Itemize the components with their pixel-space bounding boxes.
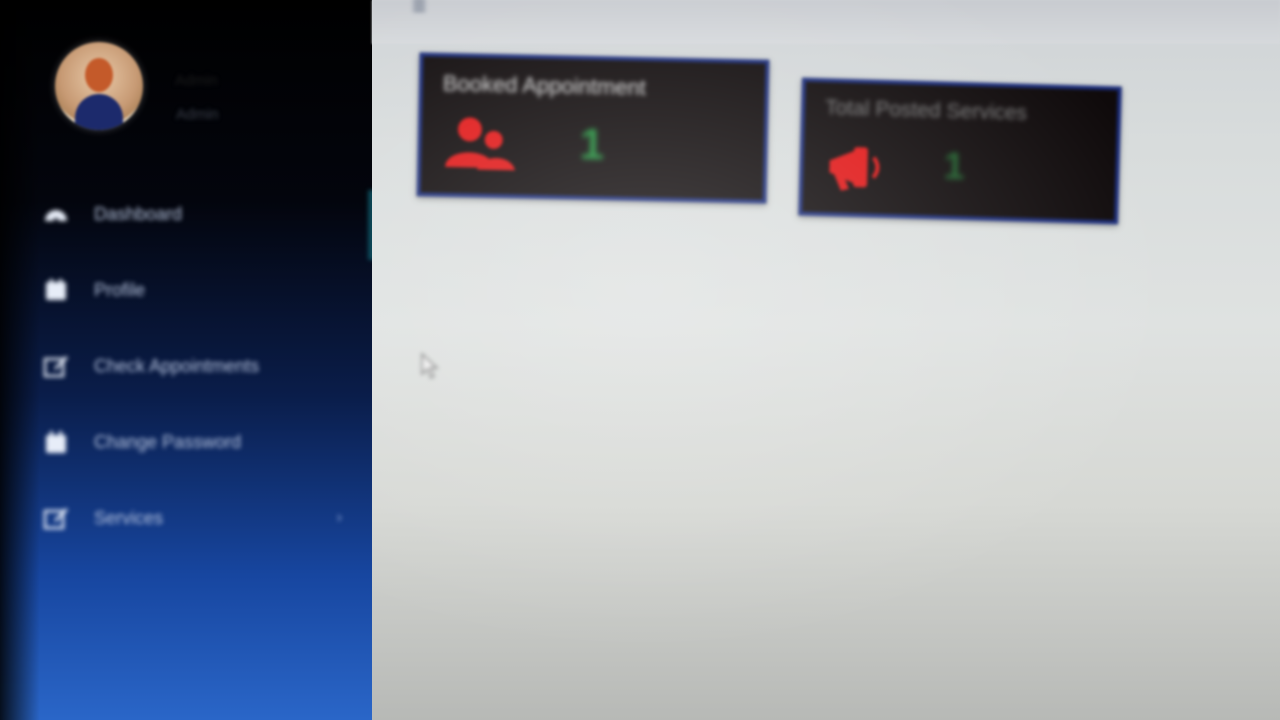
stat-card-booked-appointment[interactable]: Booked Appointment 1 bbox=[416, 52, 770, 204]
card-title: Booked Appointment bbox=[442, 70, 647, 101]
card-title: Total Posted Services bbox=[824, 96, 1028, 125]
sidebar-item-profile[interactable]: Profile bbox=[40, 270, 360, 310]
stat-card-total-posted-services[interactable]: Total Posted Services 1 bbox=[798, 77, 1122, 225]
screen: Admin Admin Dashboard Profile Check Appo… bbox=[0, 0, 1280, 720]
profile-icon bbox=[40, 277, 72, 303]
sidebar: Admin Admin Dashboard Profile Check Appo… bbox=[0, 0, 372, 720]
sidebar-item-dashboard[interactable]: Dashboard bbox=[40, 194, 360, 234]
user-role: Admin bbox=[176, 106, 219, 123]
mouse-cursor-icon bbox=[420, 352, 440, 380]
sidebar-item-label: Services bbox=[94, 507, 164, 528]
sidebar-item-label: Check Appointments bbox=[94, 355, 260, 376]
chevron-right-icon: › bbox=[336, 509, 342, 526]
avatar[interactable] bbox=[55, 42, 143, 130]
avatar-body bbox=[75, 94, 123, 130]
sidebar-item-check-appointments[interactable]: Check Appointments bbox=[40, 346, 360, 386]
sidebar-item-label: Dashboard bbox=[94, 203, 183, 224]
sidebar-item-change-password[interactable]: Change Password bbox=[40, 422, 360, 462]
card-value: 1 bbox=[942, 145, 966, 189]
card-value: 1 bbox=[579, 119, 605, 170]
user-name: Admin bbox=[175, 72, 218, 89]
sidebar-item-label: Profile bbox=[94, 279, 146, 300]
main-content: ☰ Booked Appointment 1 Total Posted Serv… bbox=[372, 0, 1280, 720]
avatar-head bbox=[85, 58, 113, 92]
edit-icon bbox=[40, 353, 72, 379]
edit-icon bbox=[40, 505, 72, 531]
dashboard-icon bbox=[40, 201, 72, 227]
megaphone-icon bbox=[823, 138, 895, 196]
lock-icon bbox=[40, 429, 72, 455]
sidebar-item-label: Change Password bbox=[94, 431, 242, 452]
menu-icon[interactable]: ☰ bbox=[412, 0, 446, 15]
top-bar: ☰ bbox=[372, 0, 1280, 44]
sidebar-item-services[interactable]: Services › bbox=[40, 498, 360, 538]
users-icon bbox=[441, 113, 516, 171]
